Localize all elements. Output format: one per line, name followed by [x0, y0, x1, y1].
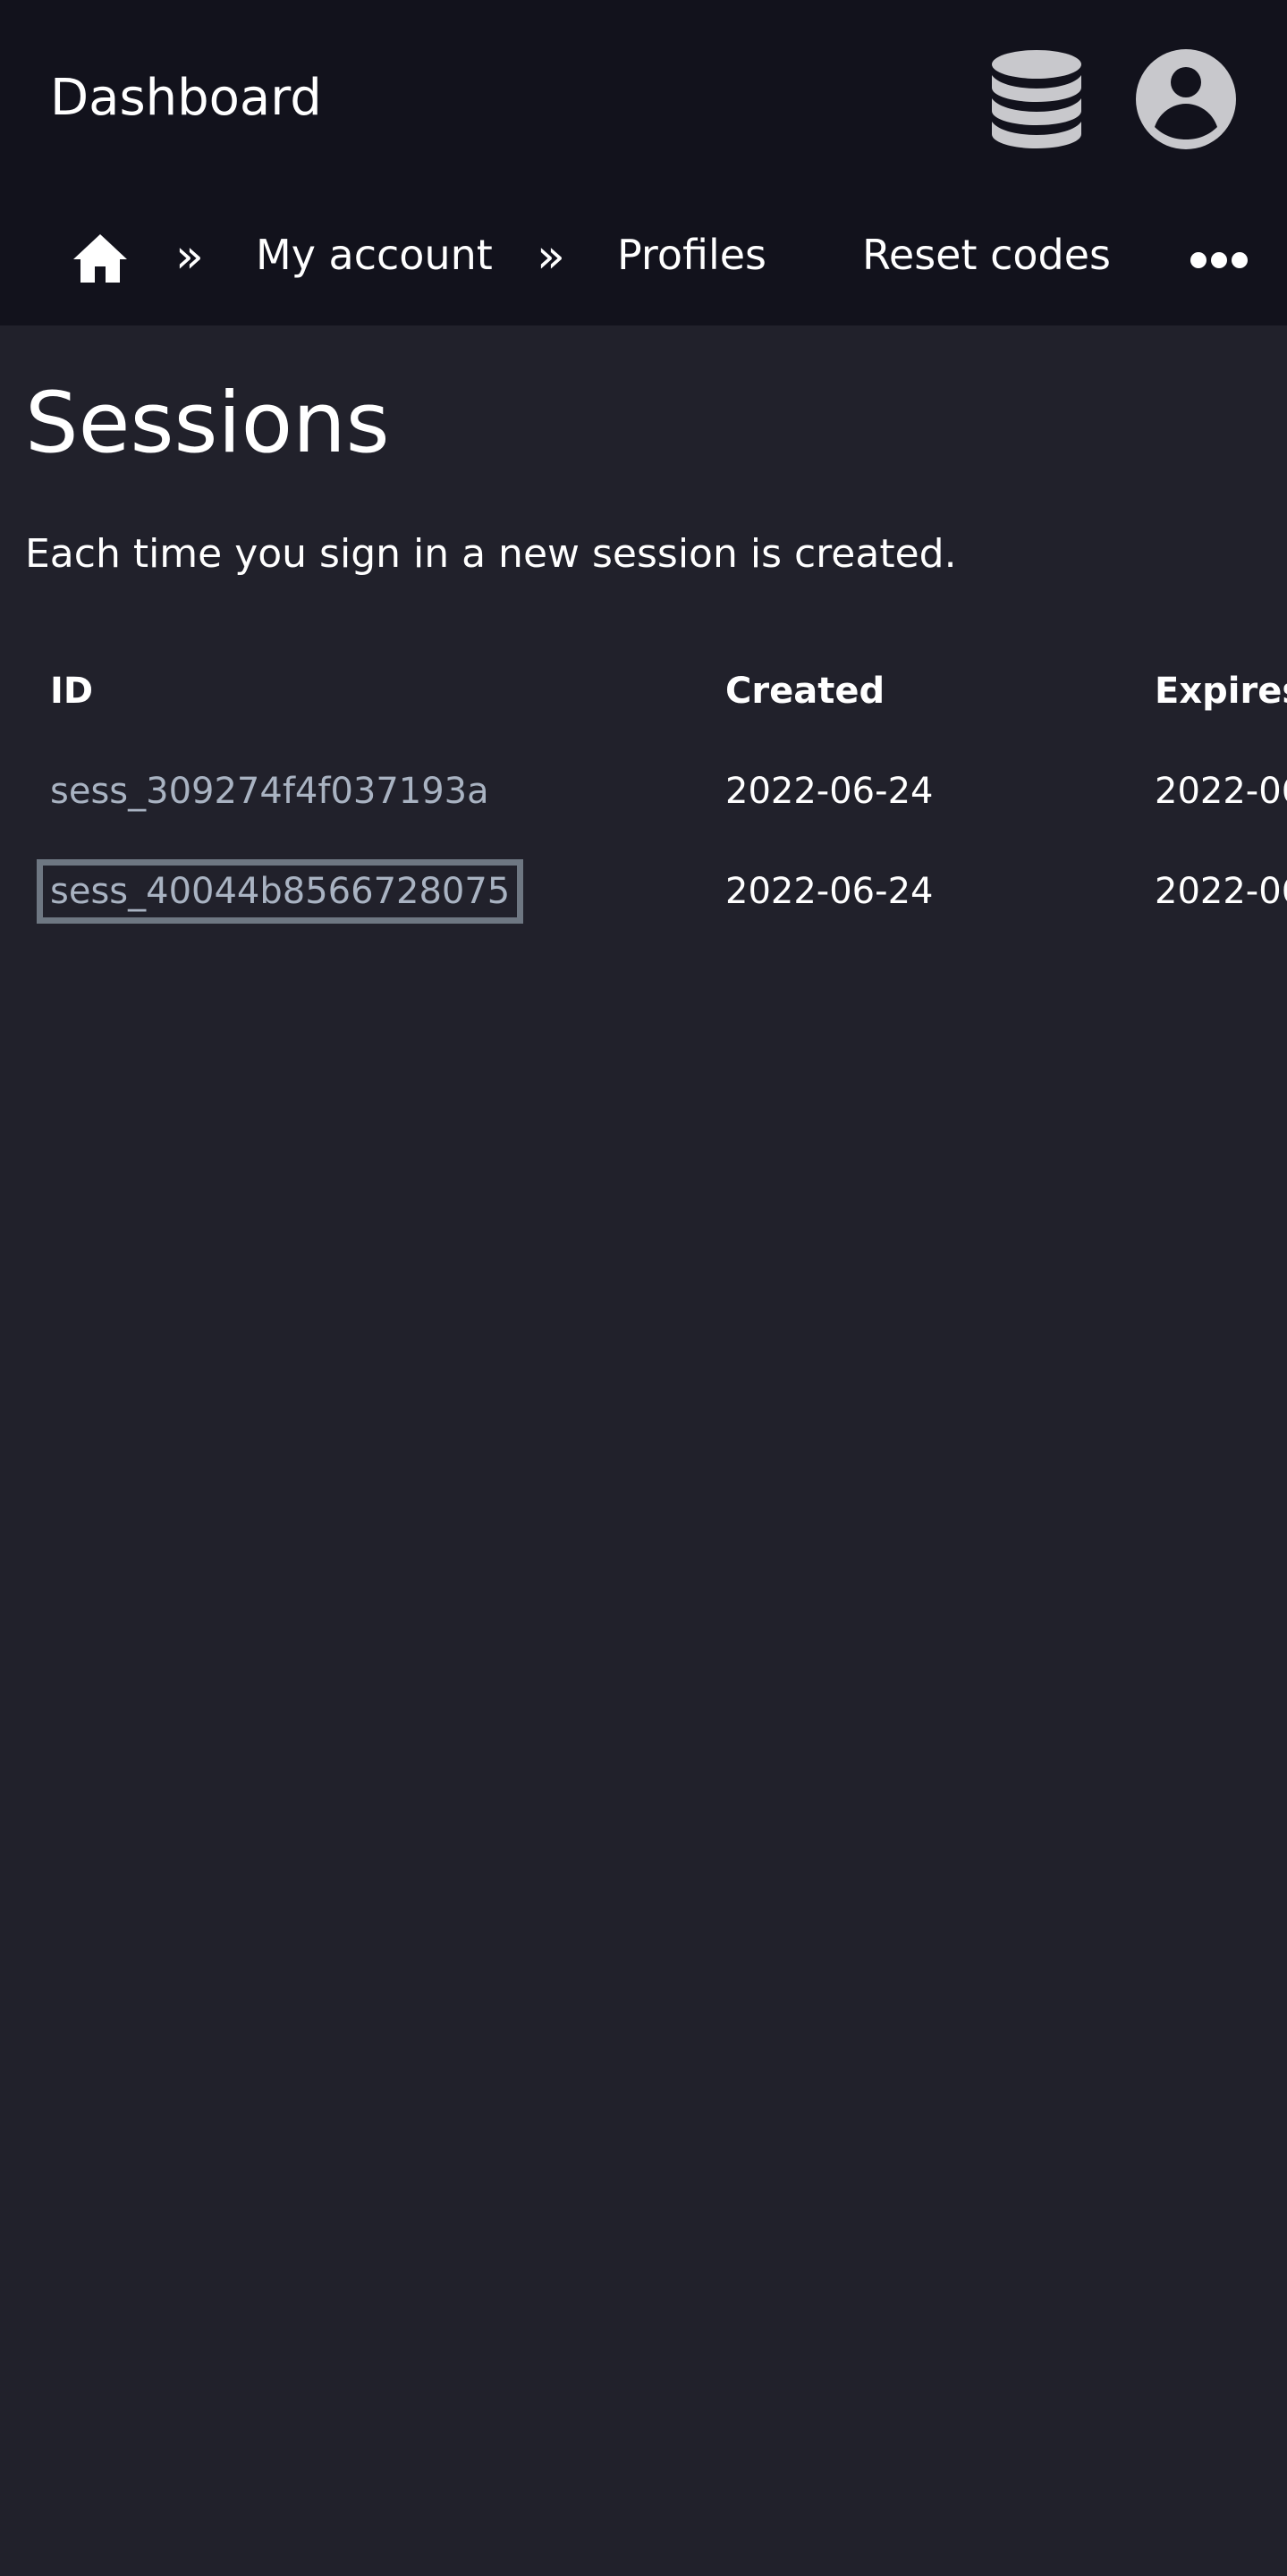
session-expires: 2022-06-24	[1155, 871, 1287, 912]
session-id-link[interactable]: sess_309274f4f037193a	[50, 765, 489, 817]
ellipsis-icon[interactable]	[1190, 250, 1249, 270]
breadcrumb-my-account[interactable]: My account	[256, 226, 493, 283]
page-description: Each time you sign in a new session is c…	[25, 531, 957, 577]
breadcrumb-separator: »	[537, 230, 565, 283]
breadcrumb-profiles[interactable]: Profiles	[617, 226, 766, 283]
home-icon[interactable]	[72, 232, 129, 284]
session-created: 2022-06-24	[725, 771, 934, 812]
app-title[interactable]: Dashboard	[50, 67, 322, 130]
breadcrumb-separator: »	[175, 230, 204, 283]
session-created: 2022-06-24	[725, 871, 934, 912]
column-header-created: Created	[725, 671, 885, 712]
column-header-expires: Expires	[1155, 671, 1287, 712]
session-expires: 2022-06-24	[1155, 771, 1287, 812]
breadcrumb-reset-codes[interactable]: Reset codes	[862, 226, 1111, 283]
page-title: Sessions	[25, 375, 390, 472]
column-header-id: ID	[50, 671, 94, 712]
sessions-table: ID Created Expires sess_309274f4f037193a…	[0, 644, 1287, 948]
session-id-link[interactable]: sess_40044b8566728075	[36, 859, 524, 924]
database-icon[interactable]	[987, 48, 1086, 152]
user-circle-icon[interactable]	[1135, 48, 1237, 150]
